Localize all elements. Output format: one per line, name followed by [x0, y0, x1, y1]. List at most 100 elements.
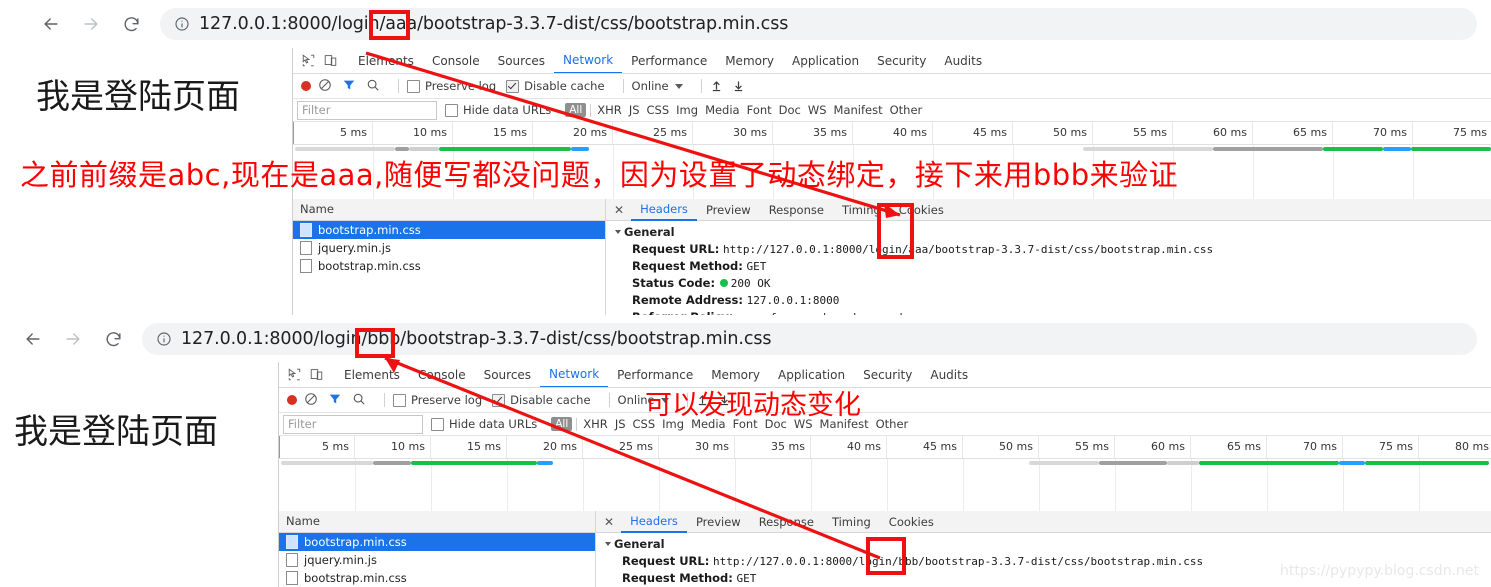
devtools-tab-console[interactable]: Console [409, 363, 475, 387]
hide-data-urls-checkbox[interactable] [445, 103, 458, 117]
inspect-element-icon[interactable] [283, 364, 305, 386]
export-har-icon[interactable] [732, 79, 746, 93]
table-row[interactable]: bootstrap.min.css [279, 533, 595, 551]
devtools-tab-audits[interactable]: Audits [935, 49, 991, 73]
devtools-tab-memory[interactable]: Memory [716, 49, 783, 73]
detail-tab-preview[interactable]: Preview [697, 200, 760, 220]
type-filter-ws[interactable]: WS [794, 417, 813, 431]
detail-tab-preview[interactable]: Preview [687, 512, 750, 532]
devtools-tab-application[interactable]: Application [783, 49, 868, 73]
devtools-tab-application[interactable]: Application [769, 363, 854, 387]
detail-tab-cookies[interactable]: Cookies [890, 200, 953, 220]
address-bar-top[interactable]: 127.0.0.1:8000/login/aaa/bootstrap-3.3.7… [160, 8, 1477, 40]
general-section-header[interactable]: General [606, 221, 1491, 241]
detail-tab-response[interactable]: Response [750, 512, 823, 532]
search-icon[interactable] [366, 78, 382, 94]
type-filter-manifest[interactable]: Manifest [820, 417, 869, 431]
devtools-tab-performance[interactable]: Performance [608, 363, 702, 387]
clear-icon[interactable] [304, 392, 320, 408]
type-filter-media[interactable]: Media [705, 103, 740, 117]
devtools-tab-elements[interactable]: Elements [349, 49, 423, 73]
table-row[interactable]: jquery.min.js [293, 239, 605, 257]
devtools-tab-security[interactable]: Security [854, 363, 921, 387]
throttling-select-label[interactable]: Online [618, 393, 655, 407]
hide-data-urls-checkbox[interactable] [431, 417, 444, 431]
type-filter-all[interactable]: All [551, 417, 573, 431]
filter-input-top[interactable]: Filter [297, 100, 437, 120]
record-icon[interactable] [287, 395, 297, 405]
back-button-bottom[interactable] [16, 322, 50, 356]
type-filter-xhr[interactable]: XHR [597, 103, 622, 117]
table-row[interactable]: bootstrap.min.css [293, 221, 605, 239]
disable-cache-checkbox[interactable] [492, 393, 506, 407]
detail-tab-cookies[interactable]: Cookies [880, 512, 943, 532]
type-filter-doc[interactable]: Doc [765, 417, 787, 431]
chevron-down-icon[interactable] [660, 397, 669, 403]
devtools-tab-audits[interactable]: Audits [921, 363, 977, 387]
detail-tab-timing[interactable]: Timing [823, 512, 880, 532]
type-filter-other[interactable]: Other [890, 103, 923, 117]
page-info-icon[interactable] [156, 331, 172, 347]
close-icon[interactable]: ✕ [606, 203, 631, 217]
type-filter-img[interactable]: Img [662, 417, 684, 431]
devtools-tab-sources[interactable]: Sources [489, 49, 554, 73]
devtools-tab-security[interactable]: Security [868, 49, 935, 73]
detail-tab-timing[interactable]: Timing [833, 200, 890, 220]
type-filter-font[interactable]: Font [747, 103, 772, 117]
address-bar-bottom[interactable]: 127.0.0.1:8000/login/bbb/bootstrap-3.3.7… [142, 323, 1477, 355]
table-row[interactable]: bootstrap.min.css [279, 569, 595, 587]
inspect-element-icon[interactable] [297, 50, 319, 72]
type-filter-js[interactable]: JS [629, 103, 640, 117]
filter-input-bottom[interactable]: Filter [283, 414, 423, 434]
table-row[interactable]: jquery.min.js [279, 551, 595, 569]
search-icon[interactable] [352, 392, 368, 408]
preserve-log-checkbox[interactable] [407, 79, 420, 93]
forward-button-bottom[interactable] [56, 322, 90, 356]
devtools-tab-sources[interactable]: Sources [475, 363, 540, 387]
type-filter-manifest[interactable]: Manifest [834, 103, 883, 117]
type-filter-css[interactable]: CSS [633, 417, 656, 431]
type-filter-xhr[interactable]: XHR [583, 417, 608, 431]
disable-cache-checkbox[interactable] [506, 79, 520, 93]
devtools-tab-network[interactable]: Network [554, 48, 623, 73]
throttling-select-label[interactable]: Online [632, 79, 669, 93]
detail-tab-response[interactable]: Response [760, 200, 833, 220]
general-section-header[interactable]: General [596, 533, 1491, 553]
type-filter-media[interactable]: Media [691, 417, 726, 431]
export-har-icon[interactable] [718, 393, 732, 407]
chevron-down-icon[interactable] [674, 83, 683, 89]
devtools-tab-performance[interactable]: Performance [622, 49, 716, 73]
devtools-tab-network[interactable]: Network [540, 362, 609, 387]
page-info-icon[interactable] [174, 16, 190, 32]
detail-tab-headers[interactable]: Headers [621, 511, 687, 533]
type-filter-doc[interactable]: Doc [779, 103, 801, 117]
type-filter-font[interactable]: Font [733, 417, 758, 431]
import-har-icon[interactable] [710, 79, 724, 93]
type-filter-all[interactable]: All [565, 103, 587, 117]
toolbar-divider [398, 79, 399, 93]
devtools-tab-memory[interactable]: Memory [702, 363, 769, 387]
close-icon[interactable]: ✕ [596, 515, 621, 529]
devtools-tab-console[interactable]: Console [423, 49, 489, 73]
back-button-top[interactable] [34, 7, 68, 41]
filter-icon[interactable] [342, 78, 358, 94]
device-toolbar-icon[interactable] [319, 50, 341, 72]
table-row[interactable]: bootstrap.min.css [293, 257, 605, 275]
filter-icon[interactable] [328, 392, 344, 408]
type-filter-img[interactable]: Img [676, 103, 698, 117]
import-har-icon[interactable] [696, 393, 710, 407]
type-filter-css[interactable]: CSS [647, 103, 670, 117]
forward-button-top[interactable] [74, 7, 108, 41]
type-filter-ws[interactable]: WS [808, 103, 827, 117]
type-filter-other[interactable]: Other [876, 417, 909, 431]
devtools-tab-elements[interactable]: Elements [335, 363, 409, 387]
preserve-log-checkbox[interactable] [393, 393, 406, 407]
type-filter-js[interactable]: JS [615, 417, 626, 431]
device-toolbar-icon[interactable] [305, 364, 327, 386]
page-heading-top: 我是登陆页面 [36, 77, 240, 117]
reload-button-top[interactable] [114, 7, 148, 41]
clear-icon[interactable] [318, 78, 334, 94]
reload-button-bottom[interactable] [96, 322, 130, 356]
detail-tab-headers[interactable]: Headers [631, 199, 697, 221]
record-icon[interactable] [301, 81, 311, 91]
